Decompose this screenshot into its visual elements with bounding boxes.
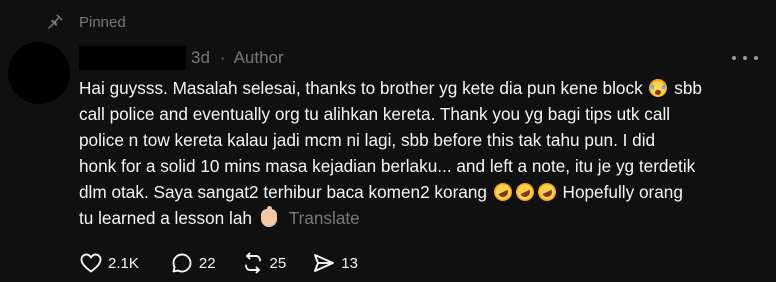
post-header: 3d · Author — [79, 46, 284, 70]
more-options-icon[interactable] — [732, 50, 758, 66]
post-time: 3d — [191, 48, 210, 67]
repost-icon — [244, 252, 261, 274]
translate-link[interactable]: Translate — [289, 208, 360, 228]
pinned-indicator: Pinned — [46, 12, 126, 32]
post-actions: 2.1K 22 25 13 — [79, 250, 358, 276]
like-button[interactable]: 2.1K — [79, 251, 139, 275]
avatar[interactable] — [8, 42, 70, 104]
separator-dot: · — [219, 48, 226, 67]
pin-icon — [48, 14, 63, 29]
author-badge: Author — [233, 48, 284, 67]
repost-count: 25 — [269, 254, 287, 272]
crying-face-emoji-icon — [649, 79, 668, 97]
post-body: Hai guysss. Masalah selesai, thanks to b… — [79, 75, 769, 231]
post-line: police n tow kereta kalau jadi mcm ni la… — [79, 130, 656, 150]
send-icon — [314, 254, 335, 272]
post-line: dlm otak. Saya sangat2 terhibur baca kom… — [79, 180, 683, 204]
reply-button[interactable]: 22 — [170, 251, 216, 275]
rofl-emoji-icon — [512, 180, 537, 204]
rofl-emoji-icon — [490, 180, 515, 204]
share-count: 13 — [341, 254, 358, 272]
crossed-fingers-emoji-icon — [260, 206, 277, 227]
rofl-emoji-icon — [534, 180, 559, 204]
reply-count: 22 — [198, 254, 216, 272]
pinned-label: Pinned — [79, 13, 126, 31]
post-line: call police and eventually org tu alihka… — [79, 104, 671, 124]
post-line: tu learned a lesson lah Translate — [79, 206, 360, 228]
post-line: honk for a solid 10 mins masa kejadian b… — [79, 156, 696, 176]
post-line: Hai guysss. Masalah selesai, thanks to b… — [79, 78, 702, 98]
heart-icon — [80, 253, 102, 273]
redacted-username — [79, 46, 186, 70]
like-count: 2.1K — [108, 254, 139, 272]
repost-button[interactable]: 25 — [241, 251, 287, 275]
speech-bubble-icon — [172, 253, 192, 273]
share-button[interactable]: 13 — [312, 251, 358, 275]
